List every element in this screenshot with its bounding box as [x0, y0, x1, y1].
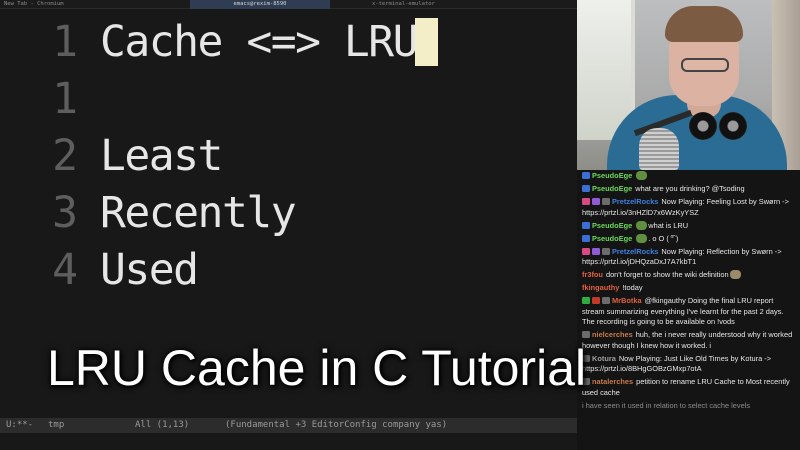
chat-username[interactable]: PseudoEge — [592, 234, 632, 243]
streamer-glasses — [681, 58, 729, 72]
chat-text: . o O ( ͡° ) — [648, 233, 679, 243]
emote-icon — [729, 270, 741, 279]
chat-message: PseudoEge what are you drinking? @Tsoding — [582, 184, 795, 195]
chat-message: PretzelRocks Now Playing: Feeling Lost by… — [582, 197, 795, 218]
badge-icon — [582, 185, 590, 192]
line-number: 1 — [52, 74, 78, 124]
chat-text: !today — [622, 283, 643, 292]
microphone-icon — [639, 128, 679, 170]
window-tab-chromium[interactable]: New Tab - Chromium — [4, 0, 64, 9]
chat-username[interactable]: PseudoEge — [592, 184, 632, 193]
chat-text: what are you drinking? @Tsoding — [635, 184, 745, 193]
chat-message: fkingauthy !today — [582, 283, 795, 294]
webcam-feed — [577, 0, 800, 170]
heart-badge-icon — [582, 198, 590, 205]
badge-icon — [582, 172, 590, 179]
heart-badge-icon — [582, 247, 590, 255]
mod-badge-icon — [582, 297, 590, 304]
frog-emote-icon — [636, 233, 648, 243]
chat-message: MrBotka @fkingauthy Doing the final LRU r… — [582, 296, 795, 328]
modeline-status: U:**- — [6, 420, 34, 430]
chat-username[interactable]: PretzelRocks — [612, 247, 658, 256]
chat-username[interactable]: PretzelRocks — [612, 197, 658, 206]
streamer-hair — [665, 6, 743, 42]
chat-message: PseudoEge what is LRU — [582, 220, 795, 232]
line-text: Used — [100, 245, 199, 295]
text-cursor — [415, 18, 438, 66]
chat-message: PseudoEge . o O ( ͡° ) — [582, 233, 795, 245]
line-number: 1 — [52, 17, 78, 67]
chat-username[interactable]: PseudoEge — [592, 221, 632, 230]
chat-message: i have seen it used in relation to selec… — [582, 401, 795, 412]
bot-badge-icon — [602, 297, 610, 304]
badge-icon — [582, 234, 590, 242]
window-tab-terminal[interactable]: x-terminal-emulator — [372, 0, 435, 9]
modeline-position: All (1,13) — [135, 420, 190, 430]
headphone-icon — [719, 112, 747, 140]
headphone-icon — [689, 112, 717, 140]
modeline-modes: (Fundamental +3 EditorConfig company yas… — [225, 420, 448, 430]
sub-badge-icon — [592, 198, 600, 205]
window-title-bar: New Tab - Chromium emacs@rexim-8590 x-te… — [0, 0, 577, 9]
line-text: Least — [100, 131, 223, 181]
line-text: Cache <=> LRU — [100, 17, 419, 67]
sub-badge-icon — [592, 247, 600, 255]
chat-username[interactable]: fr3fou — [582, 270, 603, 279]
chat-text: what is LRU — [648, 220, 689, 230]
chat-message: PseudoEge — [582, 171, 795, 182]
broadcaster-badge-icon — [592, 297, 600, 304]
chat-text: don't forget to show the wiki definition — [605, 270, 729, 279]
bot-badge-icon — [602, 198, 610, 205]
frog-emote-icon — [636, 220, 648, 230]
stream-chat[interactable]: PseudoEge PseudoEge what are you drinking… — [577, 170, 800, 450]
badge-icon — [582, 221, 590, 229]
line-number: 3 — [52, 188, 78, 238]
frog-emote-icon — [636, 171, 648, 180]
bot-badge-icon — [602, 247, 610, 255]
chat-username[interactable]: fkingauthy — [582, 283, 619, 292]
chat-message: PretzelRocks Now Playing: Reflection by S… — [582, 247, 795, 268]
line-number: 4 — [52, 245, 78, 295]
line-number: 2 — [52, 131, 78, 181]
chat-username[interactable]: PseudoEge — [592, 171, 632, 180]
line-text: Recently — [100, 188, 297, 238]
chat-username[interactable]: MrBotka — [612, 296, 642, 305]
video-title-overlay: LRU Cache in C Tutorial — [47, 340, 587, 396]
window-tab-emacs[interactable]: emacs@rexim-8590 — [190, 0, 330, 9]
emacs-modeline: U:**- tmp All (1,13) (Fundamental +3 Edi… — [0, 418, 577, 433]
chat-message: fr3fou don't forget to show the wiki defi… — [582, 270, 795, 281]
modeline-buffer-name: tmp — [48, 420, 65, 430]
